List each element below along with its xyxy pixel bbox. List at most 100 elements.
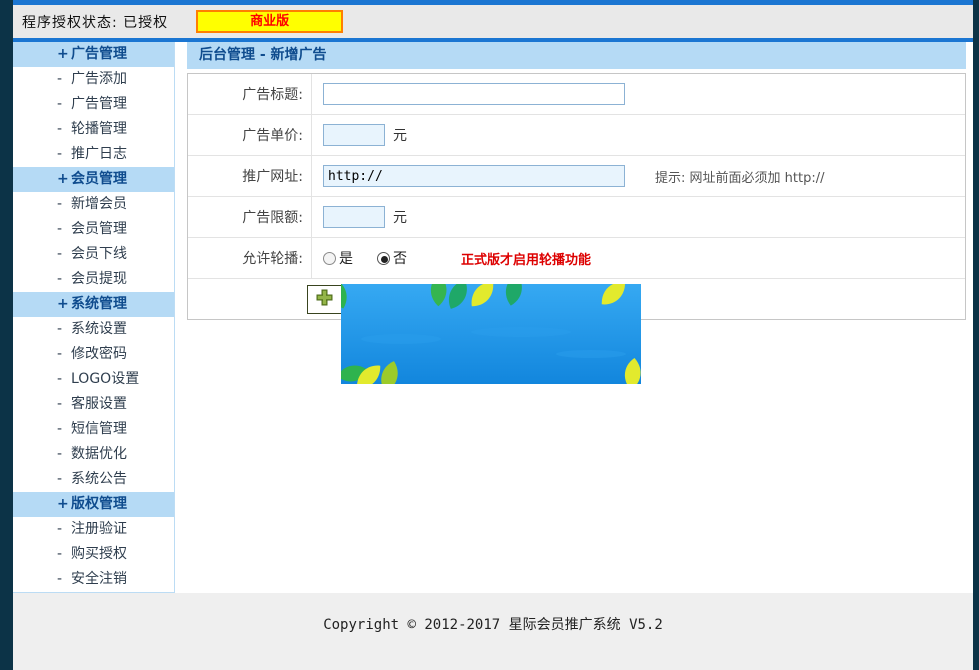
form-row-ad-limit: 广告限额: 元 [188, 197, 965, 238]
sidebar-item-member-add[interactable]: -新增会员 [13, 192, 174, 217]
dash-icon: - [57, 467, 71, 492]
carousel-radio-no[interactable]: 否 [377, 248, 407, 268]
sidebar-item-change-password[interactable]: -修改密码 [13, 342, 174, 367]
sidebar-item-member-downline[interactable]: -会员下线 [13, 242, 174, 267]
sidebar-item-system-notice[interactable]: -系统公告 [13, 467, 174, 492]
dash-icon: - [57, 442, 71, 467]
carousel-yes-label: 是 [339, 248, 353, 268]
carousel-no-label: 否 [393, 248, 407, 268]
license-topbar: 程序授权状态: 已授权 商业版 [13, 5, 973, 38]
dash-icon: - [57, 217, 71, 242]
expand-icon: + [57, 292, 71, 317]
sidebar-header-label: 会员管理 [71, 171, 127, 187]
content-panel: 后台管理 - 新增广告 广告标题: 广告单价: 元 推广网址: [187, 42, 966, 593]
dash-icon: - [57, 142, 71, 167]
carousel-note: 正式版才启用轮播功能 [461, 249, 591, 268]
expand-icon: + [57, 492, 71, 517]
sidebar-item-label: 短信管理 [71, 421, 127, 437]
sidebar-item-label: 安全注销 [71, 571, 127, 587]
promo-url-label: 推广网址: [188, 156, 312, 196]
page-wrapper: 程序授权状态: 已授权 商业版 +广告管理 -广告添加 -广告管理 -轮播管理 … [13, 0, 973, 670]
sidebar-item-ad-add[interactable]: -广告添加 [13, 67, 174, 92]
sidebar-item-data-optimize[interactable]: -数据优化 [13, 442, 174, 467]
sidebar-header-system-management[interactable]: +系统管理 [13, 292, 174, 317]
sidebar-item-label: 购买授权 [71, 546, 127, 562]
ad-title-label: 广告标题: [188, 74, 312, 114]
license-status-text: 程序授权状态: 已授权 [22, 12, 168, 32]
expand-icon: + [57, 167, 71, 192]
sidebar-item-member-withdraw[interactable]: -会员提现 [13, 267, 174, 292]
sidebar-item-register-verify[interactable]: -注册验证 [13, 517, 174, 542]
dash-icon: - [57, 567, 71, 592]
radio-unchecked-icon[interactable] [323, 252, 336, 265]
sidebar-header-label: 版权管理 [71, 496, 127, 512]
page-title: 后台管理 - 新增广告 [187, 42, 966, 69]
ad-price-unit: 元 [393, 125, 407, 145]
ad-banner-image [341, 284, 641, 384]
sidebar-item-logo-settings[interactable]: -LOGO设置 [13, 367, 174, 392]
plus-icon [316, 289, 333, 309]
form-row-submit [188, 279, 965, 319]
sidebar-item-label: 会员下线 [71, 246, 127, 262]
dash-icon: - [57, 192, 71, 217]
radio-checked-icon[interactable] [377, 252, 390, 265]
sidebar-item-system-settings[interactable]: -系统设置 [13, 317, 174, 342]
dash-icon: - [57, 317, 71, 342]
carousel-radio-yes[interactable]: 是 [323, 248, 353, 268]
ad-price-label: 广告单价: [188, 115, 312, 155]
sidebar-item-sms-manage[interactable]: -短信管理 [13, 417, 174, 442]
sidebar-item-member-manage[interactable]: -会员管理 [13, 217, 174, 242]
add-submit-button[interactable] [307, 285, 342, 314]
sidebar-item-service-settings[interactable]: -客服设置 [13, 392, 174, 417]
dash-icon: - [57, 417, 71, 442]
sidebar-item-label: 新增会员 [71, 196, 127, 212]
sidebar-item-label: 修改密码 [71, 346, 127, 362]
sidebar-item-purchase-license[interactable]: -购买授权 [13, 542, 174, 567]
form-row-ad-title: 广告标题: [188, 74, 965, 115]
expand-icon: + [57, 42, 71, 67]
form-row-promo-url: 推广网址: 提示: 网址前面必须加 http:// [188, 156, 965, 197]
sidebar-header-label: 广告管理 [71, 46, 127, 62]
copyright-text: Copyright © 2012-2017 星际会员推广系统 V5.2 [323, 617, 663, 633]
sidebar-item-carousel-manage[interactable]: -轮播管理 [13, 117, 174, 142]
sidebar-item-ad-manage[interactable]: -广告管理 [13, 92, 174, 117]
ad-price-input[interactable] [323, 124, 385, 146]
main-area: +广告管理 -广告添加 -广告管理 -轮播管理 -推广日志 +会员管理 -新增会… [13, 42, 973, 593]
promo-url-hint: 提示: 网址前面必须加 http:// [655, 167, 824, 186]
ad-limit-unit: 元 [393, 207, 407, 227]
dash-icon: - [57, 92, 71, 117]
sidebar-header-member-management[interactable]: +会员管理 [13, 167, 174, 192]
dash-icon: - [57, 242, 71, 267]
sidebar-item-label: 数据优化 [71, 446, 127, 462]
sidebar-menu: +广告管理 -广告添加 -广告管理 -轮播管理 -推广日志 +会员管理 -新增会… [13, 42, 175, 593]
ad-title-input[interactable] [323, 83, 625, 105]
sidebar-item-label: 客服设置 [71, 396, 127, 412]
edition-button[interactable]: 商业版 [196, 10, 343, 33]
dash-icon: - [57, 542, 71, 567]
dash-icon: - [57, 367, 71, 392]
dash-icon: - [57, 517, 71, 542]
sidebar-header-ad-management[interactable]: +广告管理 [13, 42, 174, 67]
sidebar-item-label: 广告添加 [71, 71, 127, 87]
new-ad-form: 广告标题: 广告单价: 元 推广网址: 提示: [187, 73, 966, 320]
sidebar-header-label: 系统管理 [71, 296, 127, 312]
sidebar-item-label: 注册验证 [71, 521, 127, 537]
sidebar-item-safe-logout[interactable]: -安全注销 [13, 567, 174, 592]
sidebar-item-promo-log[interactable]: -推广日志 [13, 142, 174, 167]
promo-url-input[interactable] [323, 165, 625, 187]
dash-icon: - [57, 67, 71, 92]
sidebar-item-label: 系统公告 [71, 471, 127, 487]
page-footer: Copyright © 2012-2017 星际会员推广系统 V5.2 [13, 593, 973, 670]
sidebar-item-label: 轮播管理 [71, 121, 127, 137]
sidebar-item-label: 推广日志 [71, 146, 127, 162]
ad-limit-label: 广告限额: [188, 197, 312, 237]
form-row-carousel: 允许轮播: 是 否 正式版才启用轮播功能 [188, 238, 965, 279]
form-row-ad-price: 广告单价: 元 [188, 115, 965, 156]
sidebar-item-label: 会员管理 [71, 221, 127, 237]
ad-limit-input[interactable] [323, 206, 385, 228]
dash-icon: - [57, 392, 71, 417]
dash-icon: - [57, 267, 71, 292]
sidebar-item-label: 会员提现 [71, 271, 127, 287]
sidebar-header-copyright-management[interactable]: +版权管理 [13, 492, 174, 517]
dash-icon: - [57, 342, 71, 367]
